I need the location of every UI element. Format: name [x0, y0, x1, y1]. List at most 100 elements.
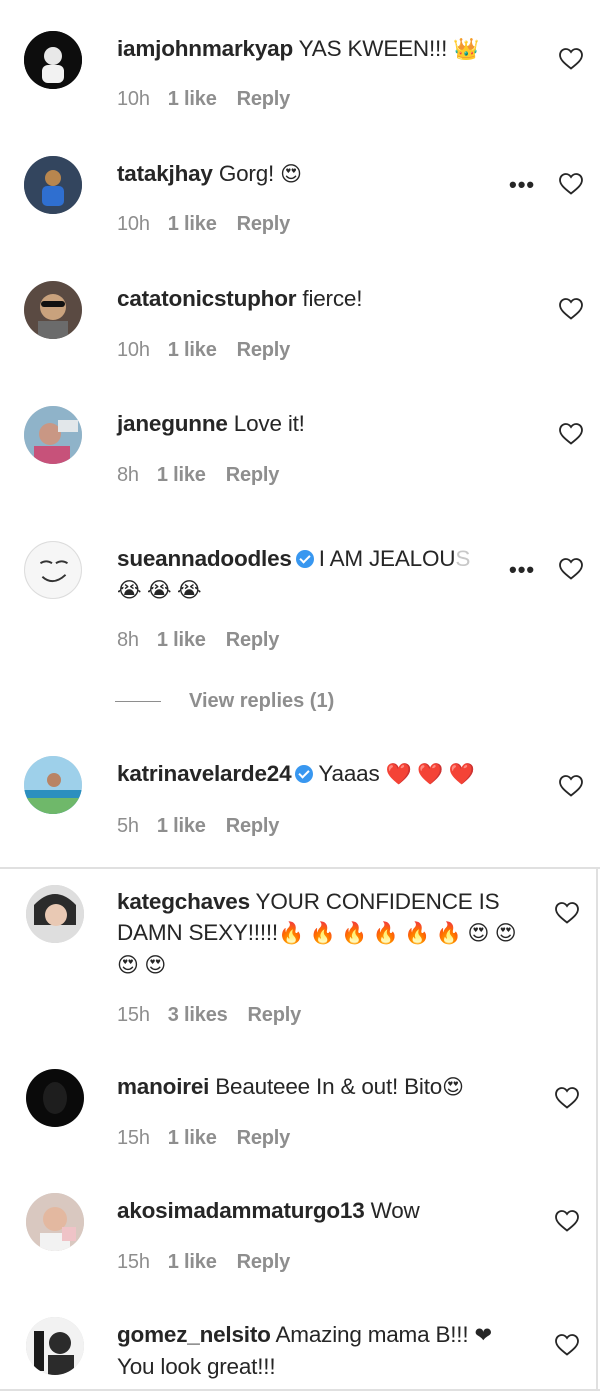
timestamp: 10h [117, 213, 150, 235]
likes-count[interactable]: 1 like [168, 339, 217, 361]
comment-text: catatonicstuphor fierce! [117, 283, 537, 314]
heart-icon[interactable] [558, 774, 584, 798]
comment-text: katrinavelarde24 Yaaas ❤️ ❤️ ❤️ [117, 758, 537, 790]
username[interactable]: catatonicstuphor [117, 286, 297, 311]
reply-button[interactable]: Reply [226, 464, 280, 486]
heart-icon[interactable] [558, 557, 584, 581]
view-replies-button[interactable]: View replies (1) [115, 690, 334, 713]
comment-text: kategchaves YOUR CONFIDENCE IS DAMN SEXY… [117, 886, 537, 981]
avatar[interactable] [24, 541, 82, 599]
username[interactable]: iamjohnmarkyap [117, 36, 293, 61]
timestamp: 5h [117, 815, 139, 837]
likes-count[interactable]: 1 like [168, 213, 217, 235]
heart-icon[interactable] [558, 172, 584, 196]
comment-meta: 10h 1 like Reply [117, 339, 290, 362]
black-heart-emoji: ❤ [474, 1324, 492, 1347]
reply-button[interactable]: Reply [237, 1127, 291, 1149]
verified-badge-icon [295, 765, 314, 783]
comment-meta: 15h 3 likes Reply [117, 1004, 301, 1027]
comment-text: janegunne Love it! [117, 408, 537, 439]
comment-meta: 8h 1 like Reply [117, 464, 279, 487]
comment-body: I AM JEALOU [318, 546, 456, 571]
comment-text: manoirei Beauteee In & out! Bito😍 [117, 1071, 537, 1103]
avatar[interactable] [24, 756, 82, 814]
panel-border [596, 868, 598, 1391]
reply-button[interactable]: Reply [237, 213, 291, 235]
comment-body: Amazing mama B!!! [275, 1322, 475, 1347]
comment-text: gomez_nelsito Amazing mama B!!! ❤ You lo… [117, 1319, 537, 1382]
reply-button[interactable]: Reply [237, 1251, 291, 1273]
comment-body: Yaaas [318, 761, 386, 786]
reply-button[interactable]: Reply [226, 629, 280, 651]
likes-count[interactable]: 3 likes [168, 1004, 228, 1026]
heart-icon[interactable] [554, 1086, 580, 1110]
comment-body: Wow [370, 1198, 420, 1223]
comment-meta: 15h 1 like Reply [117, 1127, 290, 1150]
username[interactable]: tatakjhay [117, 161, 213, 186]
divider [115, 701, 161, 702]
section-divider [0, 867, 600, 869]
comment-body: YAS KWEEN!!! [298, 36, 454, 61]
heart-icon[interactable] [558, 297, 584, 321]
likes-count[interactable]: 1 like [157, 629, 206, 651]
comment-body-faded: S [455, 546, 471, 571]
comment-meta: 10h 1 like Reply [117, 88, 290, 111]
crown-icon: 👑 [453, 38, 480, 61]
comment-text: akosimadammaturgo13 Wow [117, 1195, 537, 1226]
username[interactable]: janegunne [117, 411, 228, 436]
heart-icon[interactable] [554, 1209, 580, 1233]
more-options-icon[interactable]: ••• [509, 557, 535, 583]
comment-text: tatakjhay Gorg! 😍 [117, 158, 537, 190]
heart-icon[interactable] [558, 422, 584, 446]
timestamp: 10h [117, 88, 150, 110]
timestamp: 8h [117, 464, 139, 486]
more-options-icon[interactable]: ••• [509, 172, 535, 198]
avatar[interactable] [24, 406, 82, 464]
red-heart-emoji: ❤️ ❤️ ❤️ [385, 763, 475, 786]
heart-icon[interactable] [554, 901, 580, 925]
comment-meta: 15h 1 like Reply [117, 1251, 290, 1274]
reply-button[interactable]: Reply [226, 815, 280, 837]
likes-count[interactable]: 1 like [157, 815, 206, 837]
likes-count[interactable]: 1 like [168, 88, 217, 110]
heart-icon[interactable] [558, 47, 584, 71]
likes-count[interactable]: 1 like [157, 464, 206, 486]
reply-button[interactable]: Reply [248, 1004, 302, 1026]
heart-icon[interactable] [554, 1333, 580, 1357]
comment-body: Beauteee In & out! Bito [215, 1074, 443, 1099]
avatar[interactable] [24, 156, 82, 214]
reply-button[interactable]: Reply [237, 88, 291, 110]
likes-count[interactable]: 1 like [168, 1127, 217, 1149]
username[interactable]: akosimadammaturgo13 [117, 1198, 365, 1223]
comment-meta: 8h 1 like Reply [117, 629, 279, 652]
avatar[interactable] [26, 885, 84, 943]
timestamp: 15h [117, 1004, 150, 1026]
avatar[interactable] [26, 1193, 84, 1251]
username[interactable]: manoirei [117, 1074, 209, 1099]
username[interactable]: sueannadoodles [117, 546, 292, 571]
crying-emoji: 😭 😭 😭 [117, 579, 202, 602]
avatar[interactable] [24, 31, 82, 89]
heart-eyes-emoji: 😍 [442, 1076, 464, 1099]
reply-button[interactable]: Reply [237, 339, 291, 361]
avatar[interactable] [26, 1069, 84, 1127]
timestamp: 8h [117, 629, 139, 651]
avatar[interactable] [26, 1317, 84, 1375]
comment-meta: 5h 1 like Reply [117, 815, 279, 838]
likes-count[interactable]: 1 like [168, 1251, 217, 1273]
avatar[interactable] [24, 281, 82, 339]
verified-badge-icon [295, 550, 314, 568]
heart-eyes-emoji: 😍 [280, 163, 302, 186]
comment-meta: 10h 1 like Reply [117, 213, 290, 236]
username[interactable]: gomez_nelsito [117, 1322, 271, 1347]
comment-text: sueannadoodles I AM JEALOUS 😭 😭 😭 [117, 543, 537, 606]
view-replies-label: View replies (1) [189, 690, 335, 712]
comment-body: fierce! [302, 286, 363, 311]
username[interactable]: katrinavelarde24 [117, 761, 292, 786]
username[interactable]: kategchaves [117, 889, 250, 914]
timestamp: 15h [117, 1127, 150, 1149]
comment-body-line2: You look great!!! [117, 1354, 276, 1379]
timestamp: 15h [117, 1251, 150, 1273]
comment-body: Love it! [233, 411, 305, 436]
comment-body: Gorg! [218, 161, 281, 186]
